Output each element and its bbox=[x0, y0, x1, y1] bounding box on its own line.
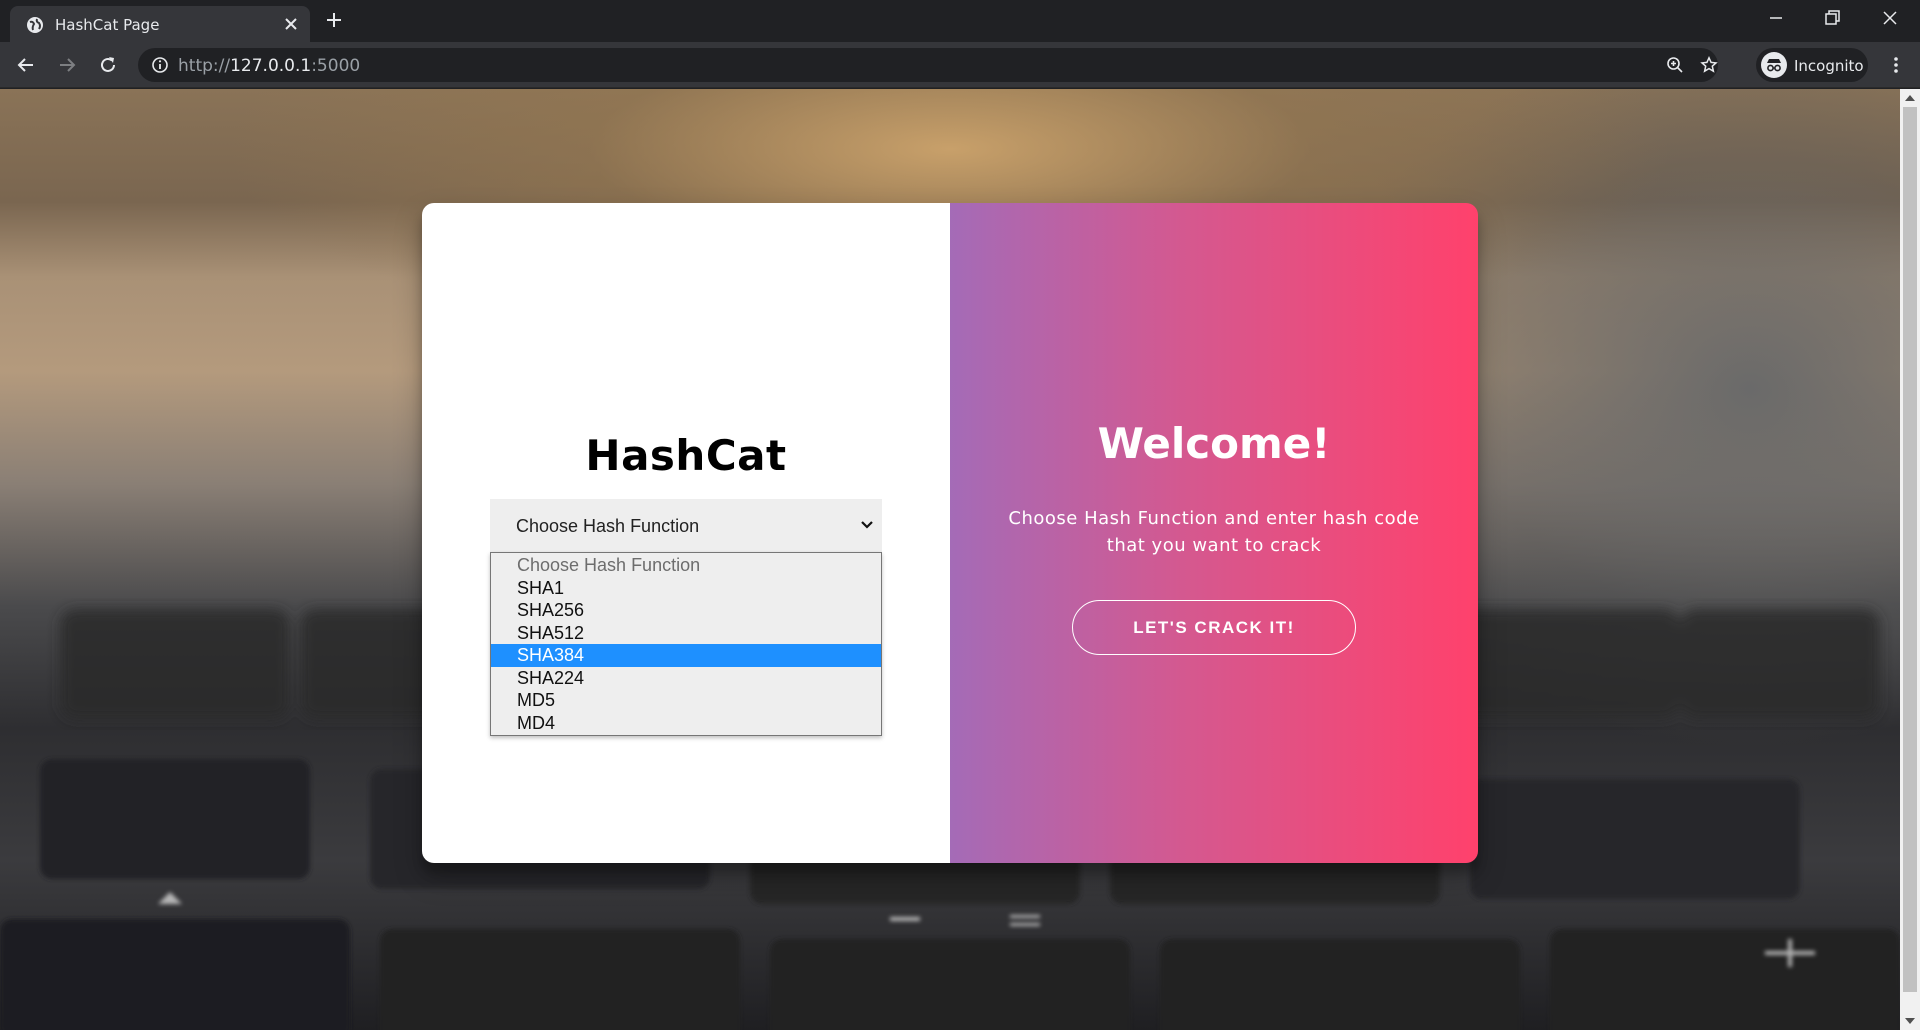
incognito-label: Incognito bbox=[1794, 57, 1864, 75]
minimize-icon[interactable] bbox=[1766, 8, 1786, 28]
url-host: 127.0.0.1 bbox=[230, 56, 312, 76]
option-sha256[interactable]: SHA256 bbox=[491, 599, 881, 622]
site-info-icon[interactable] bbox=[151, 56, 169, 74]
welcome-title: Welcome! bbox=[1097, 419, 1331, 468]
tab-strip: HashCat Page bbox=[0, 0, 1920, 42]
brand-title: HashCat bbox=[585, 431, 787, 480]
zoom-icon[interactable] bbox=[1666, 56, 1684, 74]
incognito-icon bbox=[1761, 52, 1787, 78]
close-tab-icon[interactable] bbox=[284, 17, 298, 31]
option-placeholder[interactable]: Choose Hash Function bbox=[491, 554, 881, 577]
hashcat-card: HashCat Choose Hash Function Choose Hash… bbox=[422, 203, 1478, 863]
new-tab-icon[interactable] bbox=[326, 12, 342, 28]
option-sha224[interactable]: SHA224 bbox=[491, 667, 881, 690]
chevron-down-icon bbox=[861, 521, 873, 529]
browser-toolbar: http://127.0.0.1:5000 Incognito bbox=[0, 42, 1920, 88]
scrollbar-thumb[interactable] bbox=[1903, 107, 1917, 992]
forward-arrow-icon[interactable] bbox=[57, 55, 77, 75]
page-scrollbar[interactable] bbox=[1900, 89, 1920, 1030]
scroll-down-arrow-icon[interactable] bbox=[1905, 1018, 1915, 1024]
option-sha512[interactable]: SHA512 bbox=[491, 622, 881, 645]
url-text: http://127.0.0.1:5000 bbox=[178, 56, 360, 76]
option-sha1[interactable]: SHA1 bbox=[491, 577, 881, 600]
url-port: :5000 bbox=[311, 56, 361, 76]
tab-title: HashCat Page bbox=[55, 16, 160, 34]
reload-icon[interactable] bbox=[98, 55, 118, 75]
incognito-profile-button[interactable]: Incognito bbox=[1756, 48, 1868, 82]
hash-function-options: Choose Hash Function SHA1 SHA256 SHA512 … bbox=[490, 552, 882, 736]
page-viewport: HashCat Choose Hash Function Choose Hash… bbox=[0, 89, 1900, 1030]
scroll-up-arrow-icon[interactable] bbox=[1905, 95, 1915, 101]
restore-icon[interactable] bbox=[1822, 8, 1842, 28]
bookmark-star-icon[interactable] bbox=[1700, 56, 1718, 74]
kebab-menu-icon[interactable] bbox=[1886, 55, 1906, 75]
option-sha384[interactable]: SHA384 bbox=[491, 644, 881, 667]
browser-tab[interactable]: HashCat Page bbox=[10, 6, 310, 42]
hash-function-select[interactable]: Choose Hash Function bbox=[490, 499, 882, 553]
hash-form-panel: HashCat Choose Hash Function Choose Hash… bbox=[422, 203, 950, 863]
select-current-value: Choose Hash Function bbox=[516, 516, 700, 536]
welcome-panel: Welcome! Choose Hash Function and enter … bbox=[950, 203, 1478, 863]
close-window-icon[interactable] bbox=[1880, 8, 1900, 28]
globe-icon bbox=[27, 17, 43, 33]
welcome-subtitle: Choose Hash Function and enter hash code… bbox=[1008, 508, 1420, 556]
option-md5[interactable]: MD5 bbox=[491, 689, 881, 712]
back-arrow-icon[interactable] bbox=[16, 55, 36, 75]
address-bar[interactable]: http://127.0.0.1:5000 bbox=[138, 48, 1718, 82]
crack-button[interactable]: LET'S CRACK IT! bbox=[1072, 600, 1356, 655]
option-md4[interactable]: MD4 bbox=[491, 712, 881, 735]
url-scheme: http:// bbox=[178, 56, 231, 76]
